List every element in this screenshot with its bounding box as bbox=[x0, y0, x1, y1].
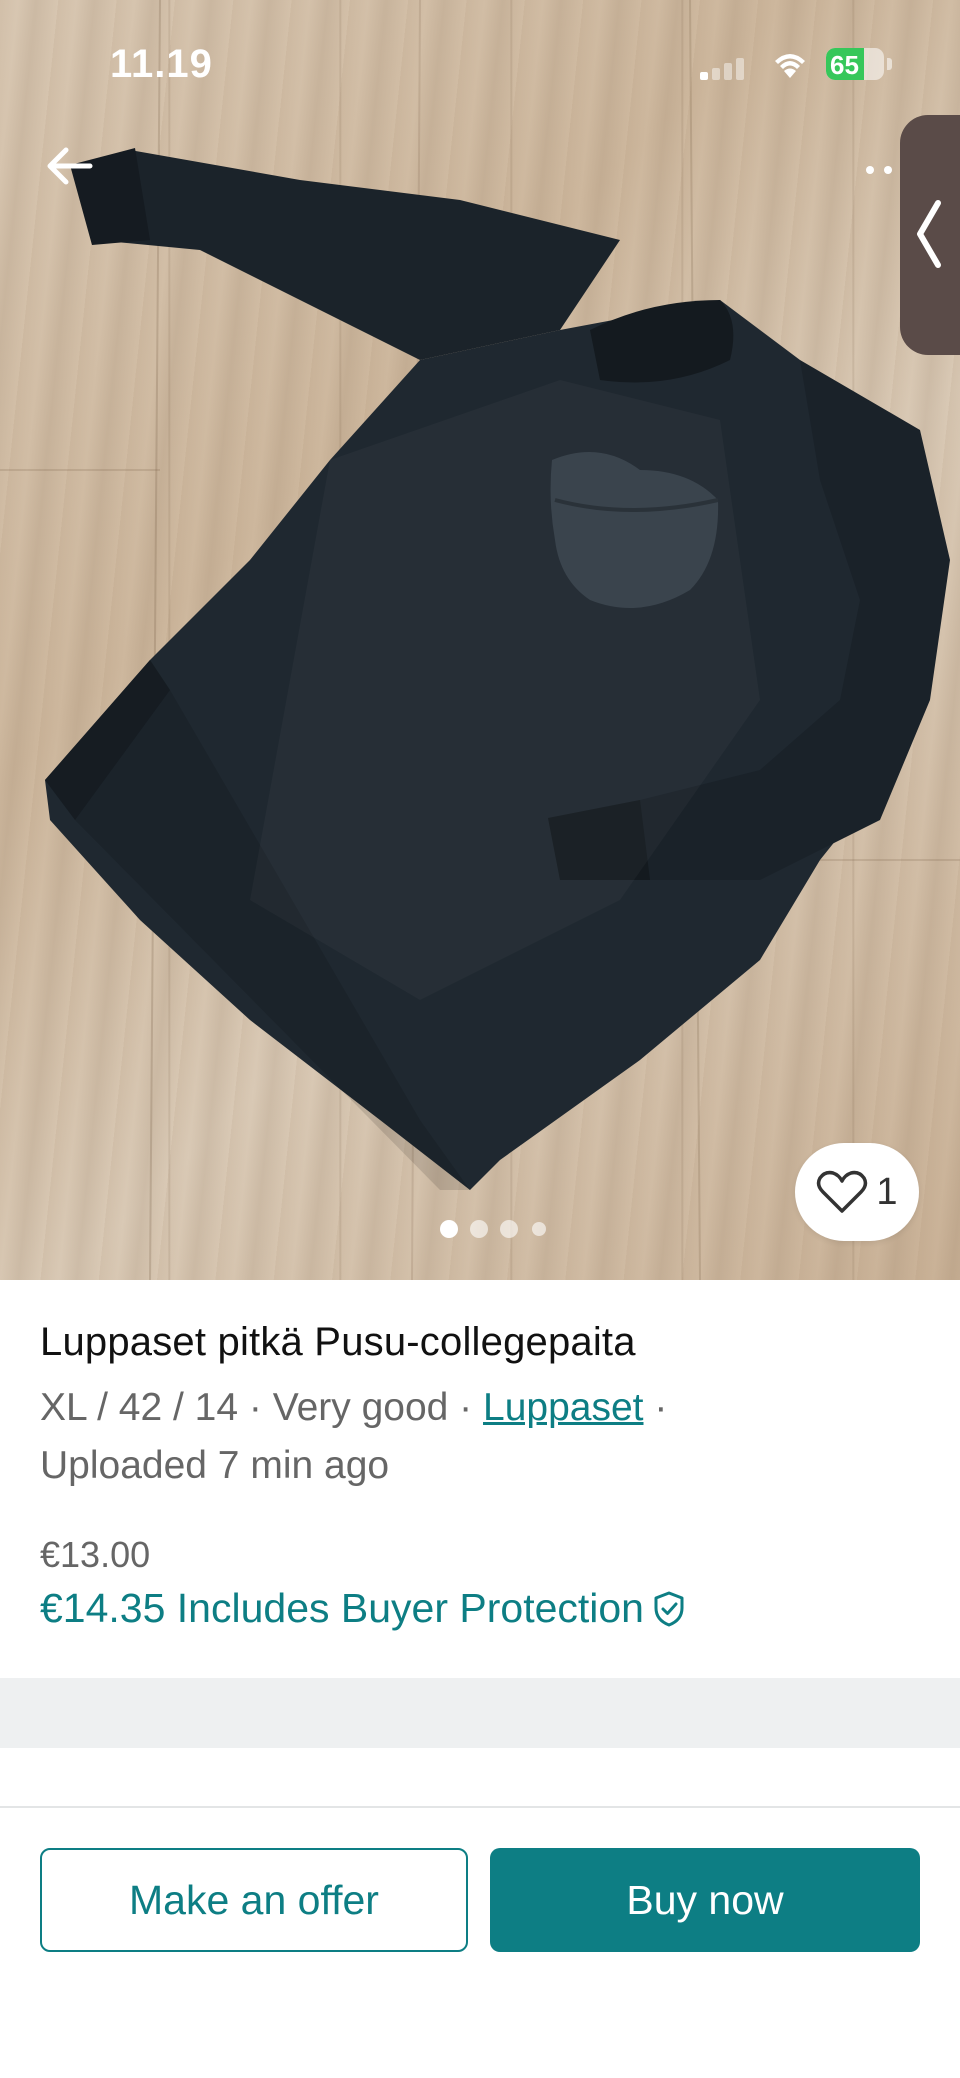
brand-link[interactable]: Luppaset bbox=[483, 1386, 643, 1429]
status-time: 11.19 bbox=[110, 42, 213, 86]
listing-meta: XL / 42 / 14 · Very good · Luppaset · Up… bbox=[40, 1379, 920, 1495]
side-panel-handle[interactable] bbox=[900, 115, 960, 355]
divider bbox=[0, 1806, 960, 1808]
separator: · bbox=[238, 1386, 273, 1429]
item-condition: Very good bbox=[272, 1386, 449, 1429]
buyer-protection-text: €14.35 Includes Buyer Protection bbox=[40, 1585, 644, 1631]
signal-icon bbox=[700, 56, 746, 80]
make-offer-button[interactable]: Make an offer bbox=[40, 1848, 468, 1952]
pagination-dot[interactable] bbox=[440, 1220, 458, 1238]
listing-title: Luppaset pitkä Pusu-collegepaita bbox=[40, 1320, 636, 1364]
section-separator bbox=[0, 1678, 960, 1748]
item-size: XL / 42 / 14 bbox=[40, 1386, 239, 1429]
listing-info: Luppaset pitkä Pusu-collegepaita XL / 42… bbox=[40, 1320, 920, 1495]
heart-icon bbox=[817, 1170, 868, 1213]
product-image[interactable] bbox=[0, 0, 960, 1280]
battery-charging-icon: 65 bbox=[826, 48, 894, 80]
favorite-count: 1 bbox=[876, 1170, 898, 1213]
buyer-protection-price[interactable]: €14.35 Includes Buyer Protection bbox=[40, 1585, 686, 1632]
pagination-dot[interactable] bbox=[470, 1220, 488, 1238]
separator: · bbox=[643, 1386, 668, 1429]
gallery-pagination[interactable] bbox=[440, 1220, 550, 1240]
status-bar: 11.19 65 bbox=[0, 0, 960, 120]
separator: · bbox=[448, 1386, 484, 1429]
chevron-left-icon bbox=[917, 200, 941, 268]
upload-time: Uploaded 7 min ago bbox=[40, 1444, 390, 1487]
wifi-icon bbox=[775, 54, 805, 78]
favorite-button[interactable]: 1 bbox=[795, 1143, 919, 1241]
battery-percent: 65 bbox=[830, 50, 859, 80]
pagination-dot[interactable] bbox=[532, 1222, 546, 1236]
pagination-dot[interactable] bbox=[500, 1220, 518, 1238]
shield-check-icon bbox=[654, 1591, 684, 1626]
sweatshirt-photo bbox=[0, 0, 960, 1280]
buy-now-button[interactable]: Buy now bbox=[490, 1848, 920, 1952]
item-price: €13.00 bbox=[40, 1534, 151, 1575]
back-arrow-icon[interactable] bbox=[40, 138, 100, 194]
